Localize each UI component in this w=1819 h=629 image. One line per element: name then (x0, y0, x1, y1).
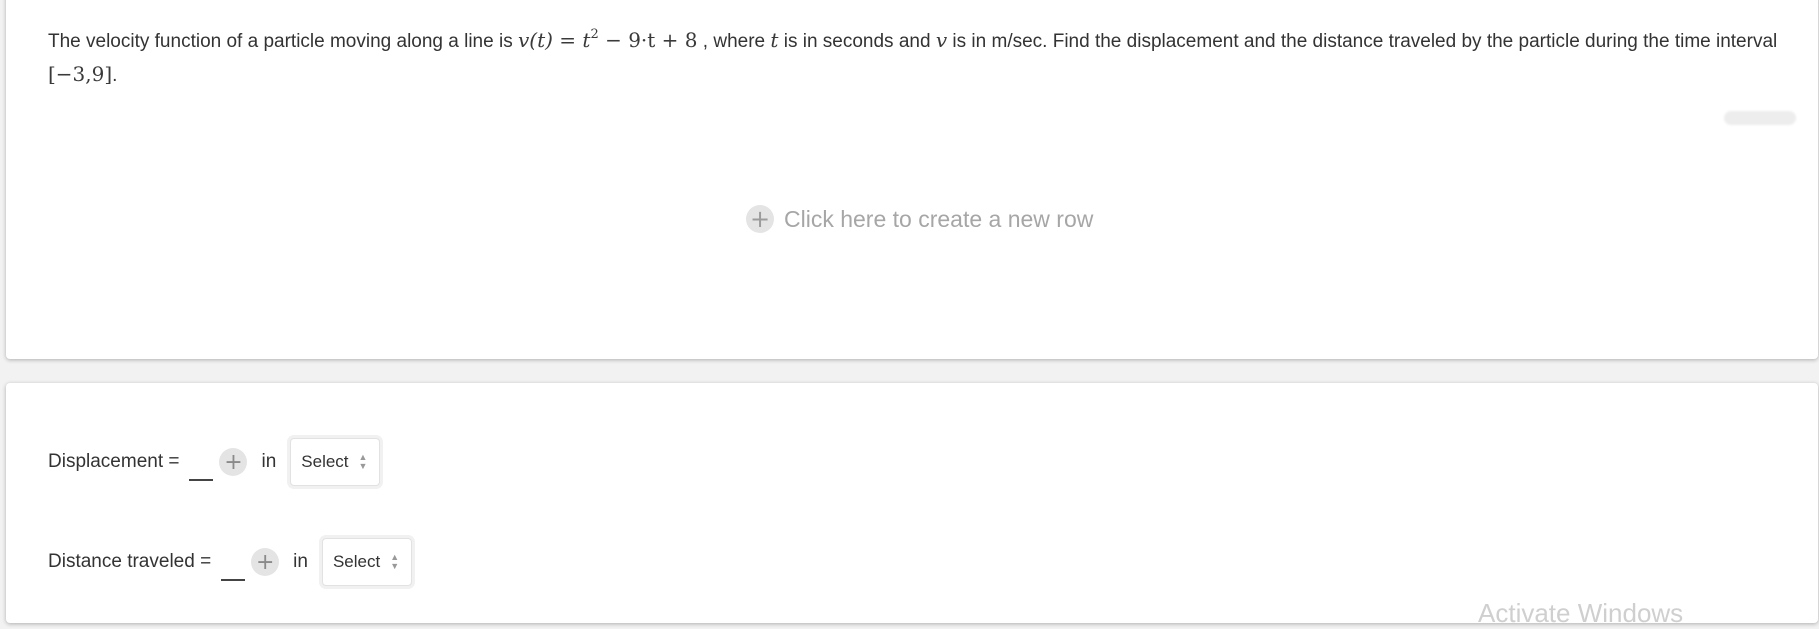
arrow-down-icon: ▼ (358, 461, 368, 471)
distance-row: Distance traveled = + in Select ▲ ▼ (48, 538, 413, 586)
distance-input[interactable] (221, 557, 246, 581)
velocity-formula: v(t) = t2 − 9·t + 8 (518, 28, 698, 52)
variable-t: t (770, 28, 779, 52)
create-new-row-label: Click here to create a new row (784, 205, 1094, 232)
plus-icon: + (255, 549, 275, 575)
create-new-row-button[interactable]: + Click here to create a new row (746, 205, 1093, 233)
distance-add-button[interactable]: + (251, 548, 280, 576)
question-mid1: , where (702, 31, 766, 52)
question-card: The velocity function of a particle movi… (6, 0, 1818, 359)
displacement-row: Displacement = + in Select ▲ ▼ (48, 438, 381, 486)
distance-unit-select[interactable]: Select ▲ ▼ (321, 538, 413, 586)
question-end: . (112, 65, 118, 86)
distance-label: Distance traveled = (48, 551, 212, 572)
formula-lhs: v(t) = t (517, 28, 591, 52)
displacement-input[interactable] (189, 457, 214, 481)
question-prefix: The velocity function of a particle movi… (48, 31, 513, 52)
time-interval: [−3,9] (48, 62, 113, 86)
variable-v: v (935, 28, 948, 52)
question-text: The velocity function of a particle movi… (48, 24, 1788, 92)
arrow-down-icon: ▼ (390, 561, 400, 571)
sort-arrows-icon: ▲ ▼ (359, 453, 368, 471)
distance-select-value: Select (332, 552, 381, 571)
loading-indicator (1724, 111, 1796, 125)
activate-windows-watermark: Activate Windows (1478, 598, 1684, 628)
question-suffix: is in m/sec. Find the displacement and t… (952, 31, 1778, 52)
displacement-add-button[interactable]: + (219, 448, 248, 476)
distance-in-label: in (293, 551, 308, 572)
sort-arrows-icon: ▲ ▼ (390, 553, 399, 571)
formula-exponent: 2 (590, 27, 599, 42)
plus-icon: + (746, 205, 774, 233)
displacement-label: Displacement = (48, 451, 180, 472)
displacement-in-label: in (261, 451, 277, 472)
plus-icon: + (224, 449, 243, 475)
displacement-select-value: Select (301, 452, 349, 471)
question-mid2: is in seconds and (783, 31, 931, 52)
displacement-unit-select[interactable]: Select ▲ ▼ (290, 438, 381, 486)
answer-card: Displacement = + in Select ▲ ▼ Distance … (6, 383, 1818, 623)
formula-rhs: − 9·t + 8 (598, 28, 698, 52)
